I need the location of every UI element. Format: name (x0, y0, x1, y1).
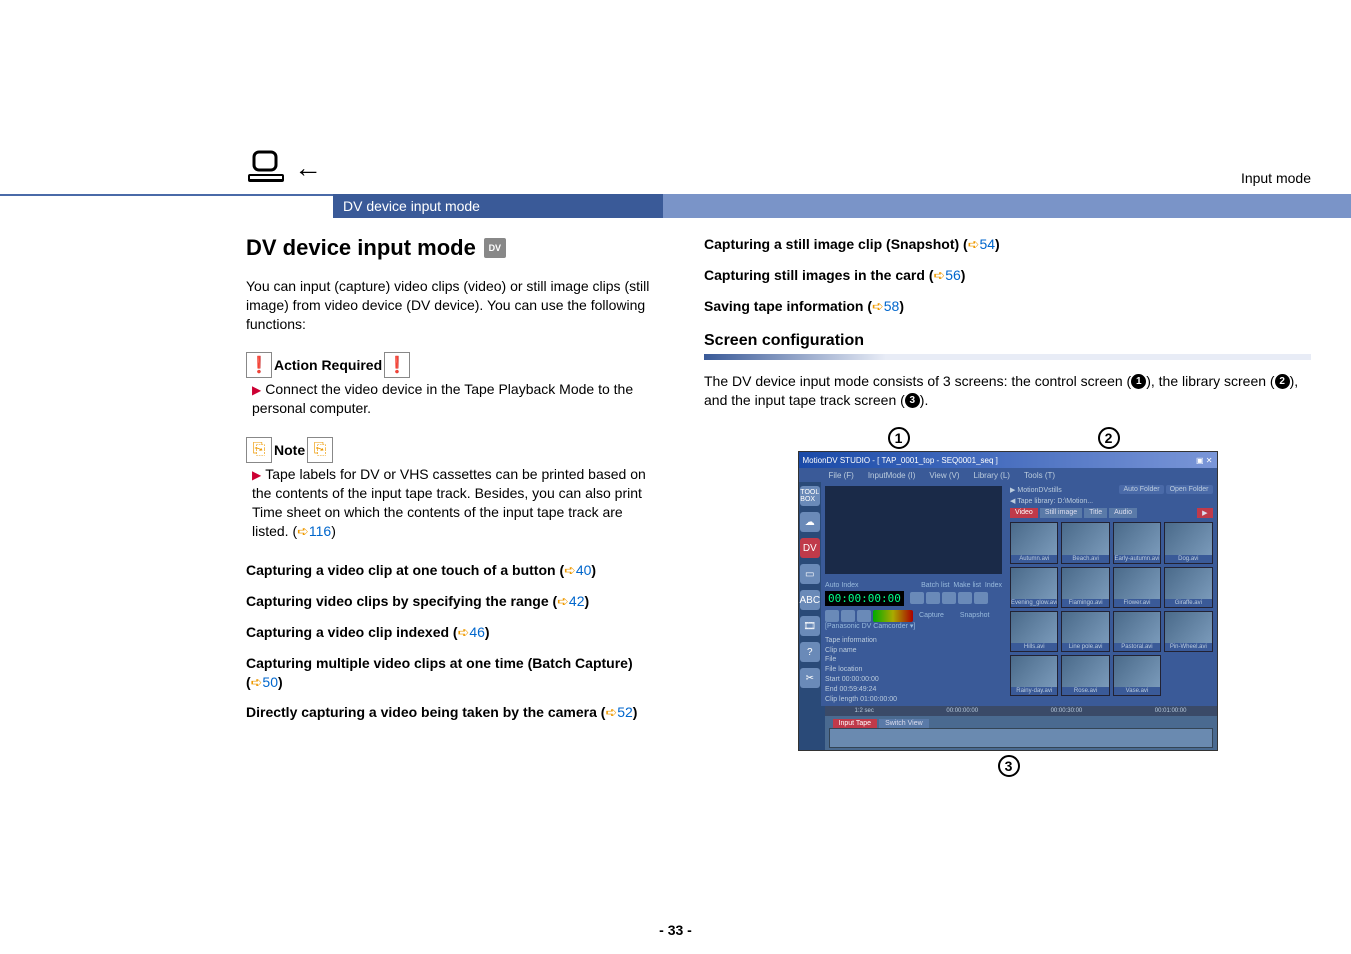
thumb-item: Dog.avi (1164, 522, 1212, 563)
callout-number-1: 1 (1131, 374, 1146, 389)
topic-link[interactable]: Capturing still images in the card (➪56) (704, 266, 1311, 285)
track-lane (829, 728, 1213, 748)
window-menu: File (F) InputMode (I) View (V) Library … (799, 468, 1217, 482)
app-screenshot: 1 2 MotionDV STUDIO - [ TAP_0001_top - S… (798, 427, 1218, 779)
transport-buttons (910, 592, 988, 604)
callout-number-2: 2 (1275, 374, 1290, 389)
device-select: [Panasonic DV Camcorder ▾] (825, 622, 1002, 630)
preview-area (825, 486, 1002, 573)
film-tool-icon: 🎞 (800, 616, 820, 636)
thumb-item: Line pole.avi (1061, 611, 1109, 652)
camcorder-icon (246, 150, 286, 184)
topic-link[interactable]: Capturing a still image clip (Snapshot) … (704, 235, 1311, 254)
intro-paragraph: You can input (capture) video clips (vid… (246, 277, 656, 334)
thumb-item: Beach.avi (1061, 522, 1109, 563)
cloud-icon: ☁ (800, 512, 820, 532)
page-title: DV device input mode DV (246, 235, 656, 261)
xref-link[interactable]: 116 (309, 523, 331, 539)
transport-controls: Auto Index Batch list Make list Index 00… (821, 578, 1006, 634)
track-left-label (799, 706, 825, 750)
callout-bubble-3: 3 (998, 755, 1020, 777)
note-text: ▶Tape labels for DV or VHS cassettes can… (252, 465, 656, 541)
window-controls-icon: ▣ ✕ (1196, 456, 1212, 465)
scissors-tool-icon: ✂ (800, 668, 820, 688)
thumb-item: Rainy-day.avi (1010, 655, 1058, 696)
action-required-text: ▶Connect the video device in the Tape Pl… (252, 380, 656, 418)
page-number: - 33 - (0, 922, 1351, 938)
topic-link[interactable]: Directly capturing a video being taken b… (246, 703, 656, 722)
note-icon: ⎘ (246, 437, 272, 463)
input-tape-track: 1:2 sec 00:00:00:00 00:00:30:00 00:01:00… (799, 706, 1217, 750)
thumb-item: Giraffe.avi (1164, 567, 1212, 608)
menu-item: Tools (T) (1024, 471, 1055, 480)
screen-config-heading: Screen configuration (704, 332, 1311, 350)
card-tool-icon: ▭ (800, 564, 820, 584)
topic-link[interactable]: Saving tape information (➪58) (704, 297, 1311, 316)
window-titlebar: MotionDV STUDIO - [ TAP_0001_top - SEQ00… (799, 452, 1217, 468)
app-window: MotionDV STUDIO - [ TAP_0001_top - SEQ00… (798, 451, 1218, 751)
library-panel: ▶ MotionDVstills Auto Folder Open Folder… (1006, 482, 1216, 706)
arrow-left-icon: ← (294, 152, 322, 184)
section-rule (704, 354, 1311, 360)
time-ruler: 1:2 sec 00:00:00:00 00:00:30:00 00:01:00… (825, 706, 1217, 716)
track-tab: Input Tape (833, 719, 878, 728)
track-tab: Switch View (879, 719, 929, 728)
thumb-item: Flamingo.avi (1061, 567, 1109, 608)
topic-link[interactable]: Capturing a video clip at one touch of a… (246, 561, 656, 580)
callout-bubble-1: 1 (888, 427, 910, 449)
thumb-item: Evening_glow.avi (1010, 567, 1058, 608)
thumb-item: Pin-Wheel.avi (1164, 611, 1212, 652)
library-tabs: Video Still image Title Audio ▶ (1010, 508, 1212, 518)
topic-link[interactable]: Capturing a video clip indexed (➪46) (246, 623, 656, 642)
thumb-item: Pastoral.avi (1113, 611, 1161, 652)
dv-mode-icon: DV (484, 238, 506, 258)
help-tool-icon: ? (800, 642, 820, 662)
header-mode-label: Input mode (1241, 170, 1311, 186)
text-tool-icon: ABC (800, 590, 820, 610)
menu-item: Library (L) (974, 471, 1010, 480)
thumb-item: Autumn.avi (1010, 522, 1058, 563)
tool-button: TOOLBOX (800, 486, 820, 506)
tool-strip: TOOLBOX ☁ DV ▭ ABC 🎞 ? ✂ (799, 482, 822, 706)
warning-icon: ❗ (246, 352, 272, 378)
topic-link[interactable]: Capturing video clips by specifying the … (246, 592, 656, 611)
note-label: Note (274, 442, 305, 458)
topic-link[interactable]: Capturing multiple video clips at one ti… (246, 654, 656, 692)
callout-bubble-2: 2 (1098, 427, 1120, 449)
menu-item: View (V) (929, 471, 959, 480)
action-required-label: Action Required (274, 357, 382, 373)
thumb-item: Hills.avi (1010, 611, 1058, 652)
dv-tool-icon: DV (800, 538, 820, 558)
note-icon: ⎘ (307, 437, 333, 463)
callout-number-3: 3 (905, 393, 920, 408)
window-title: MotionDV STUDIO - [ TAP_0001_top - SEQ00… (803, 456, 998, 465)
thumbnail-grid: Autumn.avi Beach.avi Early-autumn.avi Do… (1010, 522, 1212, 702)
thumb-item: Flower.avi (1113, 567, 1161, 608)
menu-item: InputMode (I) (868, 471, 916, 480)
menu-item: File (F) (829, 471, 854, 480)
screen-config-text: The DV device input mode consists of 3 s… (704, 372, 1311, 410)
thumb-item: Vase.avi (1113, 655, 1161, 696)
section-bar: DV device input mode (0, 194, 1351, 218)
timecode-counter: 00:00:00:00 (825, 591, 904, 606)
section-bar-title: DV device input mode (333, 194, 663, 218)
thumb-item: Early-autumn.avi (1113, 522, 1161, 563)
warning-icon: ❗ (384, 352, 410, 378)
control-panel: Auto Index Batch list Make list Index 00… (821, 482, 1006, 706)
tape-info-panel: Tape information Clip name File File loc… (821, 634, 1006, 707)
thumb-item: Rose.avi (1061, 655, 1109, 696)
